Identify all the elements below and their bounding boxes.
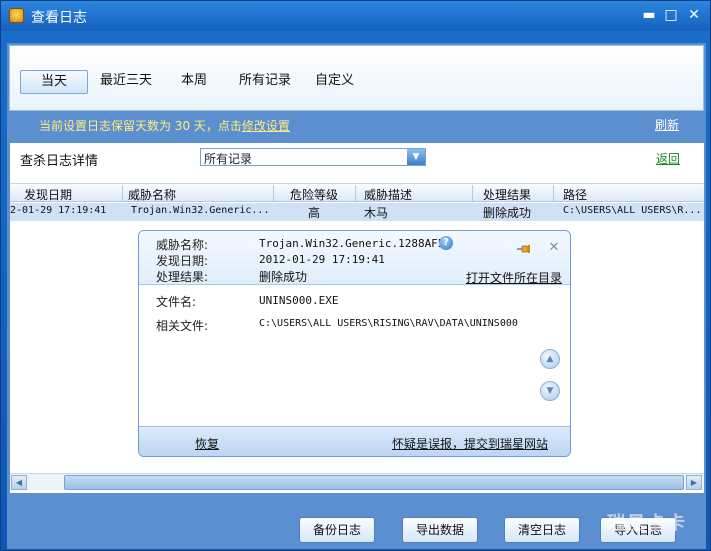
horizontal-scrollbar[interactable]: ◀ ▶ xyxy=(10,473,704,490)
found-date-value: 2012-01-29 17:19:41 xyxy=(259,253,385,266)
result-value: 删除成功 xyxy=(259,270,308,284)
cell-danger-level: 高 xyxy=(308,206,321,220)
record-filter-select[interactable]: 所有记录 ▼ xyxy=(200,148,426,166)
restore-link[interactable]: 恢复 xyxy=(195,435,219,452)
tab-custom[interactable]: 自定义 xyxy=(309,70,360,94)
found-date-label: 发现日期: xyxy=(156,254,209,268)
threat-name-value: Trojan.Win32.Generic.1288AF58 xyxy=(259,237,452,250)
tab-all-records[interactable]: 所有记录 xyxy=(233,70,297,94)
column-divider[interactable] xyxy=(553,185,554,201)
title-bar[interactable]: 查看日志 ▬ □ ✕ xyxy=(1,1,710,31)
modify-settings-link[interactable]: 修改设置 xyxy=(242,119,290,133)
threat-name-label: 威胁名称: xyxy=(156,238,209,252)
column-header-result[interactable]: 处理结果 xyxy=(483,186,531,203)
scroll-down-icon[interactable]: ▼ xyxy=(540,381,560,401)
tab-today[interactable]: 当天 xyxy=(20,70,89,94)
cell-threat-name: Trojan.Win32.Generic... xyxy=(131,205,270,216)
cell-result: 删除成功 xyxy=(483,206,532,220)
result-label: 处理结果: xyxy=(156,270,209,284)
file-name-value: UNINS000.EXE xyxy=(259,294,339,307)
close-icon[interactable]: ✕ xyxy=(548,241,560,254)
retention-notice: 当前设置日志保留天数为 30 天，点击修改设置 xyxy=(39,117,290,134)
window-title: 查看日志 xyxy=(31,10,87,26)
cell-date: 2-01-29 17:19:41 xyxy=(10,205,107,216)
log-panel: 查杀日志详情 所有记录 ▼ 返回 发现日期 威胁名称 危险等级 威胁描述 处理结… xyxy=(10,143,704,493)
file-name-label: 文件名: xyxy=(156,295,197,309)
scroll-up-icon[interactable]: ▲ xyxy=(540,349,560,369)
chevron-down-icon[interactable]: ▼ xyxy=(407,149,425,165)
column-divider[interactable] xyxy=(355,185,356,201)
refresh-link[interactable]: 刷新 xyxy=(655,116,679,133)
column-header-description[interactable]: 威胁描述 xyxy=(364,186,412,203)
close-icon[interactable]: ✕ xyxy=(686,7,702,23)
threat-detail-popup: 威胁名称: Trojan.Win32.Generic.1288AF58 ? 发现… xyxy=(138,230,571,457)
help-icon[interactable]: ? xyxy=(439,236,453,250)
tab-this-week[interactable]: 本周 xyxy=(175,70,213,94)
scroll-left-icon[interactable]: ◀ xyxy=(11,475,27,490)
column-divider[interactable] xyxy=(273,185,274,201)
table-row[interactable]: 2-01-29 17:19:41 Trojan.Win32.Generic...… xyxy=(10,203,704,221)
cell-threat-description: 木马 xyxy=(364,206,389,220)
client-area: 当天 最近三天 本周 所有记录 自定义 当前设置日志保留天数为 30 天，点击修… xyxy=(7,43,706,549)
popup-footer: 恢复 怀疑是误报，提交到瑞星网站 xyxy=(139,426,570,456)
watermark-logo: 瑞星卡卡 xyxy=(607,513,687,534)
tab-last-three-days[interactable]: 最近三天 xyxy=(94,70,158,94)
scrollbar-thumb[interactable] xyxy=(64,475,684,490)
export-data-button[interactable]: 导出数据 xyxy=(402,517,478,543)
related-file-value: C:\USERS\ALL USERS\RISING\RAV\DATA\UNINS… xyxy=(259,318,518,329)
clear-log-button[interactable]: 清空日志 xyxy=(504,517,580,543)
maximize-icon[interactable]: □ xyxy=(663,7,679,23)
related-file-label: 相关文件: xyxy=(156,319,209,333)
cell-path: C:\USERS\ALL USERS\R... xyxy=(563,205,702,216)
log-viewer-window: 查看日志 ▬ □ ✕ 当天 最近三天 本周 所有记录 自定义 当前设置日志保留天… xyxy=(0,0,711,551)
minimize-icon[interactable]: ▬ xyxy=(641,7,657,23)
detail-heading: 查杀日志详情 xyxy=(20,154,99,169)
tab-bar: 当天 最近三天 本周 所有记录 自定义 xyxy=(9,45,704,111)
column-divider[interactable] xyxy=(472,185,473,201)
column-header-path[interactable]: 路径 xyxy=(563,186,587,203)
record-filter-value: 所有记录 xyxy=(204,152,253,166)
backup-log-button[interactable]: 备份日志 xyxy=(299,517,375,543)
popup-header: 威胁名称: Trojan.Win32.Generic.1288AF58 ? 发现… xyxy=(139,231,570,285)
report-false-positive-link[interactable]: 怀疑是误报，提交到瑞星网站 xyxy=(392,435,548,452)
open-file-location-link[interactable]: 打开文件所在目录 xyxy=(466,269,562,286)
retention-notice-text: 当前设置日志保留天数为 30 天，点击 xyxy=(39,119,242,133)
table-header: 发现日期 威胁名称 危险等级 威胁描述 处理结果 路径 xyxy=(10,183,704,202)
column-header-name[interactable]: 威胁名称 xyxy=(128,186,176,203)
column-header-date[interactable]: 发现日期 xyxy=(24,186,72,203)
column-header-level[interactable]: 危险等级 xyxy=(290,186,338,203)
back-link[interactable]: 返回 xyxy=(656,150,680,167)
pin-icon[interactable] xyxy=(517,244,531,254)
column-divider[interactable] xyxy=(122,185,123,201)
scroll-right-icon[interactable]: ▶ xyxy=(686,475,702,490)
app-shield-icon xyxy=(9,8,24,23)
